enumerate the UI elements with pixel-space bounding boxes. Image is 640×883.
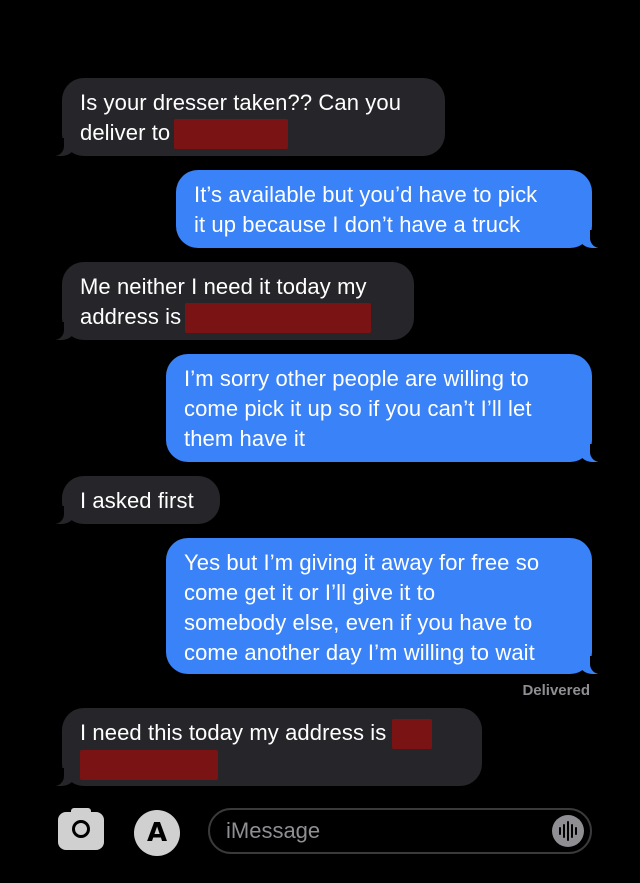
- message-text: somebody else, even if you have to: [184, 610, 533, 635]
- app-store-icon[interactable]: A: [134, 810, 180, 856]
- message-bubble-incoming[interactable]: Me neither I need it today my address is: [52, 262, 414, 340]
- delivered-status: Delivered: [522, 682, 590, 699]
- message-bubble-incoming[interactable]: I asked first: [52, 476, 220, 524]
- imessage-input[interactable]: iMessage: [208, 808, 592, 854]
- message-text: I need this today my address is: [80, 720, 387, 745]
- message-text: come pick it up so if you can’t I’ll let: [184, 396, 532, 421]
- message-text: It’s available but you’d have to pick: [194, 182, 538, 207]
- camera-icon[interactable]: [58, 808, 104, 850]
- message-text: I asked first: [80, 488, 194, 513]
- message-text: Yes but I’m giving it away for free so: [184, 550, 540, 575]
- message-text: Is your dresser taken?? Can you: [80, 90, 402, 115]
- message-text: deliver to: [80, 120, 171, 145]
- message-text: Me neither I need it today my: [80, 274, 367, 299]
- redaction-mark: [174, 119, 289, 150]
- message-text: it up because I don’t have a truck: [194, 212, 521, 237]
- message-text: come another day I’m willing to wait: [184, 640, 535, 665]
- message-text: come get it or I’ll give it to: [184, 580, 436, 605]
- redaction-mark: [392, 719, 433, 750]
- input-placeholder: iMessage: [226, 818, 321, 843]
- message-bubble-outgoing[interactable]: It’s available but you’d have to pick it…: [176, 170, 602, 248]
- audio-waveform-icon[interactable]: [552, 815, 584, 847]
- redaction-mark: [185, 303, 372, 334]
- message-text: I’m sorry other people are willing to: [184, 366, 529, 391]
- message-bubble-outgoing[interactable]: Yes but I’m giving it away for free so c…: [166, 538, 602, 674]
- message-bubble-incoming[interactable]: Is your dresser taken?? Can you deliver …: [52, 78, 445, 156]
- message-thread: Is your dresser taken?? Can you deliver …: [0, 0, 640, 800]
- message-text: address is: [80, 304, 182, 329]
- message-bubble-incoming[interactable]: I need this today my address is: [52, 708, 482, 786]
- message-bubble-outgoing[interactable]: I’m sorry other people are willing to co…: [166, 354, 602, 462]
- redaction-mark: [80, 750, 218, 781]
- message-text: them have it: [184, 426, 306, 451]
